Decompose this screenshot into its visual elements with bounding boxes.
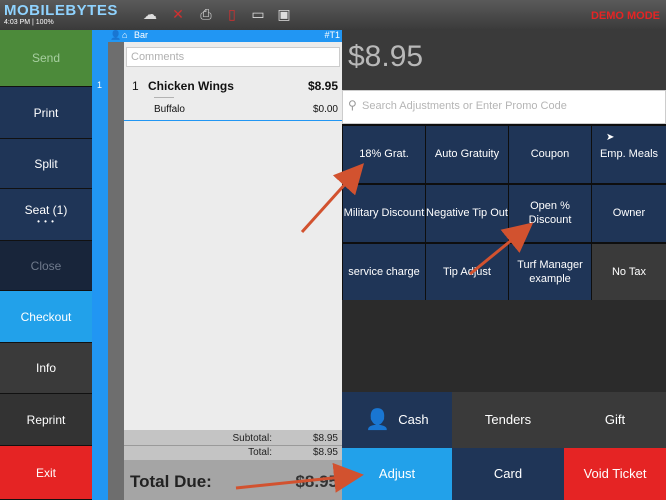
table-icon: ⌂ — [122, 30, 128, 40]
total-label: Total: — [248, 447, 272, 458]
amount-display: $8.95 — [348, 40, 424, 73]
tenders-button[interactable]: Tenders — [452, 392, 564, 448]
chat-icon[interactable]: ▭ — [250, 6, 266, 22]
totals-box: Subtotal: $8.95 Total: $8.95 — [124, 430, 342, 460]
void-ticket-button[interactable]: Void Ticket — [564, 448, 666, 500]
total-due-bar: Total Due: $8.95 — [124, 460, 342, 500]
print-button[interactable]: Print — [0, 87, 92, 139]
adj-open-percent-discount[interactable]: Open % Discount — [509, 185, 591, 242]
card-button[interactable]: Card — [452, 448, 564, 500]
modifier-divider: ---------- — [154, 95, 174, 101]
close-button[interactable]: Close — [0, 241, 92, 291]
order-location: Bar — [134, 30, 149, 40]
info-button[interactable]: Info — [0, 343, 92, 394]
printer-icon[interactable]: ⎙ — [198, 6, 214, 22]
seat-more-dots: • • • — [37, 217, 55, 226]
adj-emp-meals[interactable]: Emp. Meals — [592, 126, 666, 183]
adj-tip-adjust[interactable]: Tip Adjust — [426, 244, 508, 301]
order-header: 👤 ⌂ Bar #T1 — [108, 30, 342, 42]
subtotal-value: $8.95 — [312, 433, 338, 444]
brand-logo: MOBILEBYTES — [4, 2, 118, 19]
adjust-button[interactable]: Adjust — [342, 448, 452, 500]
gift-button[interactable]: Gift — [564, 392, 666, 448]
person-icon: 👤 — [365, 408, 391, 431]
total-due-label: Total Due: — [130, 472, 212, 491]
subtotal-label: Subtotal: — [232, 433, 272, 444]
cash-label: Cash — [398, 411, 429, 427]
total-value: $8.95 — [312, 447, 338, 458]
card-reader-icon[interactable]: ▯ — [224, 6, 240, 22]
demo-mode-label: DEMO MODE — [590, 10, 660, 22]
cloud-icon[interactable]: ☁ — [142, 6, 158, 22]
item-qty: 1 — [132, 79, 139, 93]
send-button[interactable]: Send — [0, 30, 92, 87]
adj-military-discount[interactable]: Military Discount — [343, 185, 425, 242]
item-divider — [124, 120, 342, 121]
top-bar: MOBILEBYTES 4:03 PM | 100% ☁ ✕ ⎙ ▯ ▭ ▣ D… — [0, 0, 666, 30]
user-icon: 👤 — [110, 30, 122, 40]
adj-no-tax[interactable]: No Tax — [592, 244, 666, 301]
adj-owner[interactable]: Owner — [592, 185, 666, 242]
item-name: Chicken Wings — [148, 79, 234, 93]
adj-turf-manager-example[interactable]: Turf Manager example — [509, 244, 591, 301]
reprint-button[interactable]: Reprint — [0, 394, 92, 446]
comments-input[interactable]: Comments — [126, 47, 340, 67]
cash-button[interactable]: 👤 Cash — [342, 392, 452, 448]
status-line: 4:03 PM | 100% — [4, 19, 54, 26]
adj-18-grat[interactable]: 18% Grat. — [343, 126, 425, 183]
order-rail — [108, 30, 124, 500]
adj-negative-tip-out[interactable]: Negative Tip Out — [426, 185, 508, 242]
modifier-price: $0.00 — [312, 104, 338, 115]
item-price: $8.95 — [307, 79, 338, 93]
seat-button-label: Seat (1) — [24, 203, 68, 217]
exit-button[interactable]: Exit — [0, 446, 92, 500]
seat-button[interactable]: Seat (1) • • • — [0, 189, 92, 241]
modifier-name: Buffalo — [154, 104, 185, 115]
total-due-value: $8.95 — [295, 472, 338, 491]
empty-area — [342, 300, 666, 392]
adj-service-charge[interactable]: service charge — [343, 244, 425, 301]
monitor-icon[interactable]: ▣ — [276, 6, 292, 22]
adj-coupon[interactable]: Coupon — [509, 126, 591, 183]
wifi-off-icon[interactable]: ✕ — [170, 6, 186, 22]
search-placeholder: Search Adjustments or Enter Promo Code — [362, 100, 567, 112]
split-button[interactable]: Split — [0, 139, 92, 189]
seat-strip[interactable] — [92, 30, 108, 500]
checkout-button[interactable]: Checkout — [0, 291, 92, 343]
mouse-cursor-icon: ➤ — [606, 132, 615, 143]
adj-auto-gratuity[interactable]: Auto Gratuity — [426, 126, 508, 183]
table-number: #T1 — [324, 30, 340, 40]
seat-number[interactable]: 1 — [97, 80, 102, 90]
search-icon: ⚲ — [348, 98, 357, 112]
